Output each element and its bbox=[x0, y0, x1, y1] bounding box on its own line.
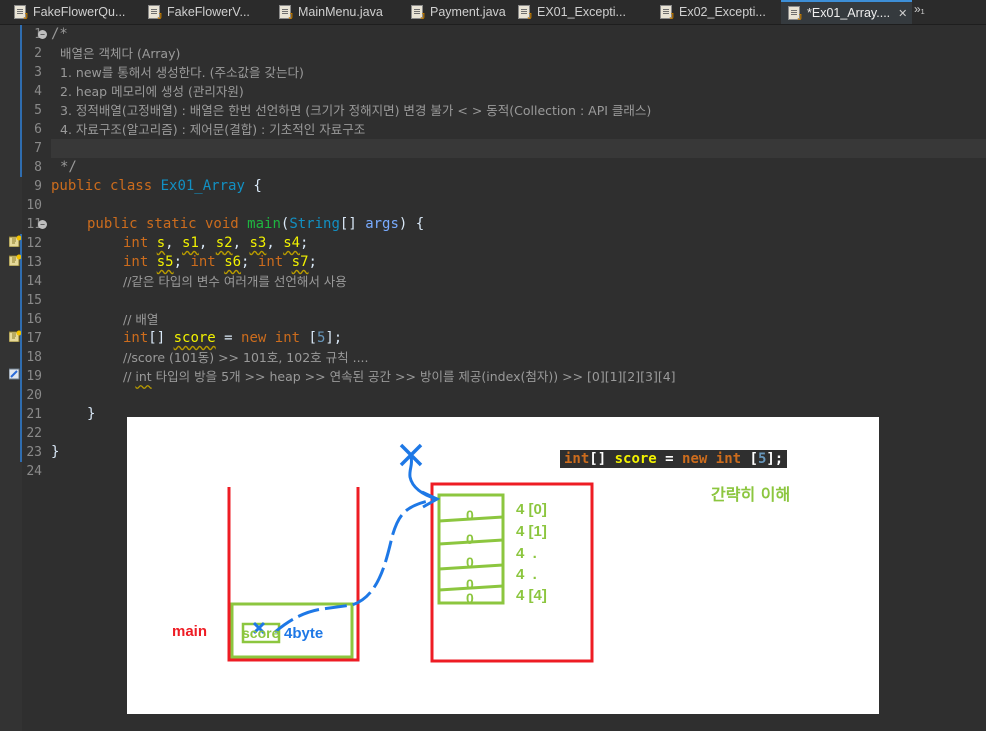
code-line-2: 배열은 객체다 (Array) bbox=[60, 46, 181, 61]
spelling-marker-icon[interactable] bbox=[9, 368, 21, 380]
code-line-13: int s5; int s6; int s7; bbox=[123, 254, 317, 270]
tab-fakeflowerqu[interactable]: FakeFlowerQu... bbox=[14, 0, 125, 24]
code-line-21: } bbox=[87, 406, 96, 422]
summary-note: 간략히 이해 bbox=[711, 485, 791, 504]
array-index-label: 4 . bbox=[516, 566, 537, 583]
line-number: 24 bbox=[26, 464, 42, 479]
code-line-12: int s, s1, s2, s3, s4; bbox=[123, 235, 309, 251]
code-line-8: */ bbox=[60, 159, 77, 175]
tab-mainmenu[interactable]: MainMenu.java bbox=[279, 0, 383, 24]
warning-lightbulb-icon[interactable] bbox=[9, 254, 21, 266]
array-index-label: 4 [1] bbox=[516, 523, 547, 540]
line-number: 12 bbox=[26, 236, 42, 251]
code-line-1: /* bbox=[51, 26, 68, 42]
code-line-3: 1. new를 통해서 생성한다. (주소값을 갖는다) bbox=[60, 65, 304, 80]
line-number: 4 bbox=[34, 84, 42, 99]
line-number: 5 bbox=[34, 103, 42, 118]
line-number: 22 bbox=[26, 426, 42, 441]
line-number: 6 bbox=[34, 122, 42, 137]
array-index-label: 4 [0] bbox=[516, 501, 547, 518]
byte-size-label: 4byte bbox=[284, 625, 324, 642]
reference-arrow bbox=[274, 497, 438, 634]
fold-toggle-icon[interactable]: − bbox=[38, 220, 47, 229]
code-line-11: public static void main(String[] args) { bbox=[87, 216, 425, 232]
line-number: 21 bbox=[26, 407, 42, 422]
java-file-icon bbox=[518, 5, 532, 21]
code-line-5: 3. 정적배열(고정배열) : 배열은 한번 선언하면 (크기가 정해지면) 변… bbox=[60, 103, 652, 118]
line-number: 9 bbox=[34, 179, 42, 194]
line-number: 10 bbox=[26, 198, 42, 213]
array-cell-value: 0 bbox=[466, 507, 474, 523]
line-number: 3 bbox=[34, 65, 42, 80]
line-number: 15 bbox=[26, 293, 42, 308]
heap-outline bbox=[430, 482, 594, 663]
line-number: 20 bbox=[26, 388, 42, 403]
array-memory-diagram: int[] score = new int [5]; 간략히 이해 main s… bbox=[127, 417, 879, 714]
code-line-16: // 배열 bbox=[123, 312, 159, 327]
array-cell-value: 0 bbox=[466, 590, 474, 606]
array-index-label: 4 . bbox=[516, 545, 537, 562]
array-cell-value: 0 bbox=[466, 554, 474, 570]
tab-fakeflowerv[interactable]: FakeFlowerV... bbox=[148, 0, 250, 24]
code-snippet-highlight: int[] score = new int [5]; bbox=[560, 450, 788, 468]
code-line-19: // int 타입의 방을 5개 >> heap >> 연속된 공간 >> 방이… bbox=[123, 369, 676, 384]
line-number: 2 bbox=[34, 46, 42, 61]
line-number: 13 bbox=[26, 255, 42, 270]
line-number: 17 bbox=[26, 331, 42, 346]
editor-tab-bar: FakeFlowerQu... FakeFlowerV... MainMenu.… bbox=[0, 0, 986, 25]
code-line-9: public class Ex01_Array { bbox=[51, 178, 262, 194]
close-icon[interactable]: ✕ bbox=[898, 7, 907, 20]
tab-ex01-exception[interactable]: EX01_Excepti... bbox=[518, 0, 626, 24]
line-number: 19 bbox=[26, 369, 42, 384]
line-number: 7 bbox=[34, 141, 42, 156]
java-file-icon bbox=[788, 6, 802, 22]
code-line-6: 4. 자료구조(알고리즘) : 제어문(결합) : 기초적인 자료구조 bbox=[60, 122, 366, 137]
score-label: score bbox=[242, 625, 280, 641]
java-file-icon bbox=[279, 5, 293, 21]
fold-toggle-icon[interactable]: − bbox=[38, 30, 47, 39]
tab-ex01-array[interactable]: *Ex01_Array....✕ bbox=[781, 0, 912, 24]
warning-lightbulb-icon[interactable] bbox=[9, 330, 21, 342]
tab-overflow-button[interactable]: »₁ bbox=[914, 2, 925, 16]
java-file-icon bbox=[14, 5, 28, 21]
code-line-23: } bbox=[51, 444, 60, 460]
array-index-label: 4 [4] bbox=[516, 587, 547, 604]
warning-lightbulb-icon[interactable] bbox=[9, 235, 21, 247]
java-file-icon bbox=[660, 5, 674, 21]
line-number: 18 bbox=[26, 350, 42, 365]
code-line-18: //score (101동) >> 101호, 102호 규칙 .... bbox=[123, 350, 369, 365]
java-file-icon bbox=[148, 5, 162, 21]
tab-ex02-exception[interactable]: Ex02_Excepti... bbox=[660, 0, 766, 24]
line-number: 23 bbox=[26, 445, 42, 460]
code-line-4: 2. heap 메모리에 생성 (관리자원) bbox=[60, 84, 244, 99]
line-number: 16 bbox=[26, 312, 42, 327]
current-line-highlight bbox=[51, 139, 986, 158]
array-cell-value: 0 bbox=[466, 531, 474, 547]
java-file-icon bbox=[411, 5, 425, 21]
line-number: 14 bbox=[26, 274, 42, 289]
code-line-14: //같은 타입의 변수 여러개를 선언해서 사용 bbox=[123, 274, 347, 289]
tab-payment[interactable]: Payment.java bbox=[411, 0, 506, 24]
main-label: main bbox=[172, 623, 208, 640]
code-line-17: int[] score = new int [5]; bbox=[123, 330, 343, 346]
line-number: 8 bbox=[34, 160, 42, 175]
